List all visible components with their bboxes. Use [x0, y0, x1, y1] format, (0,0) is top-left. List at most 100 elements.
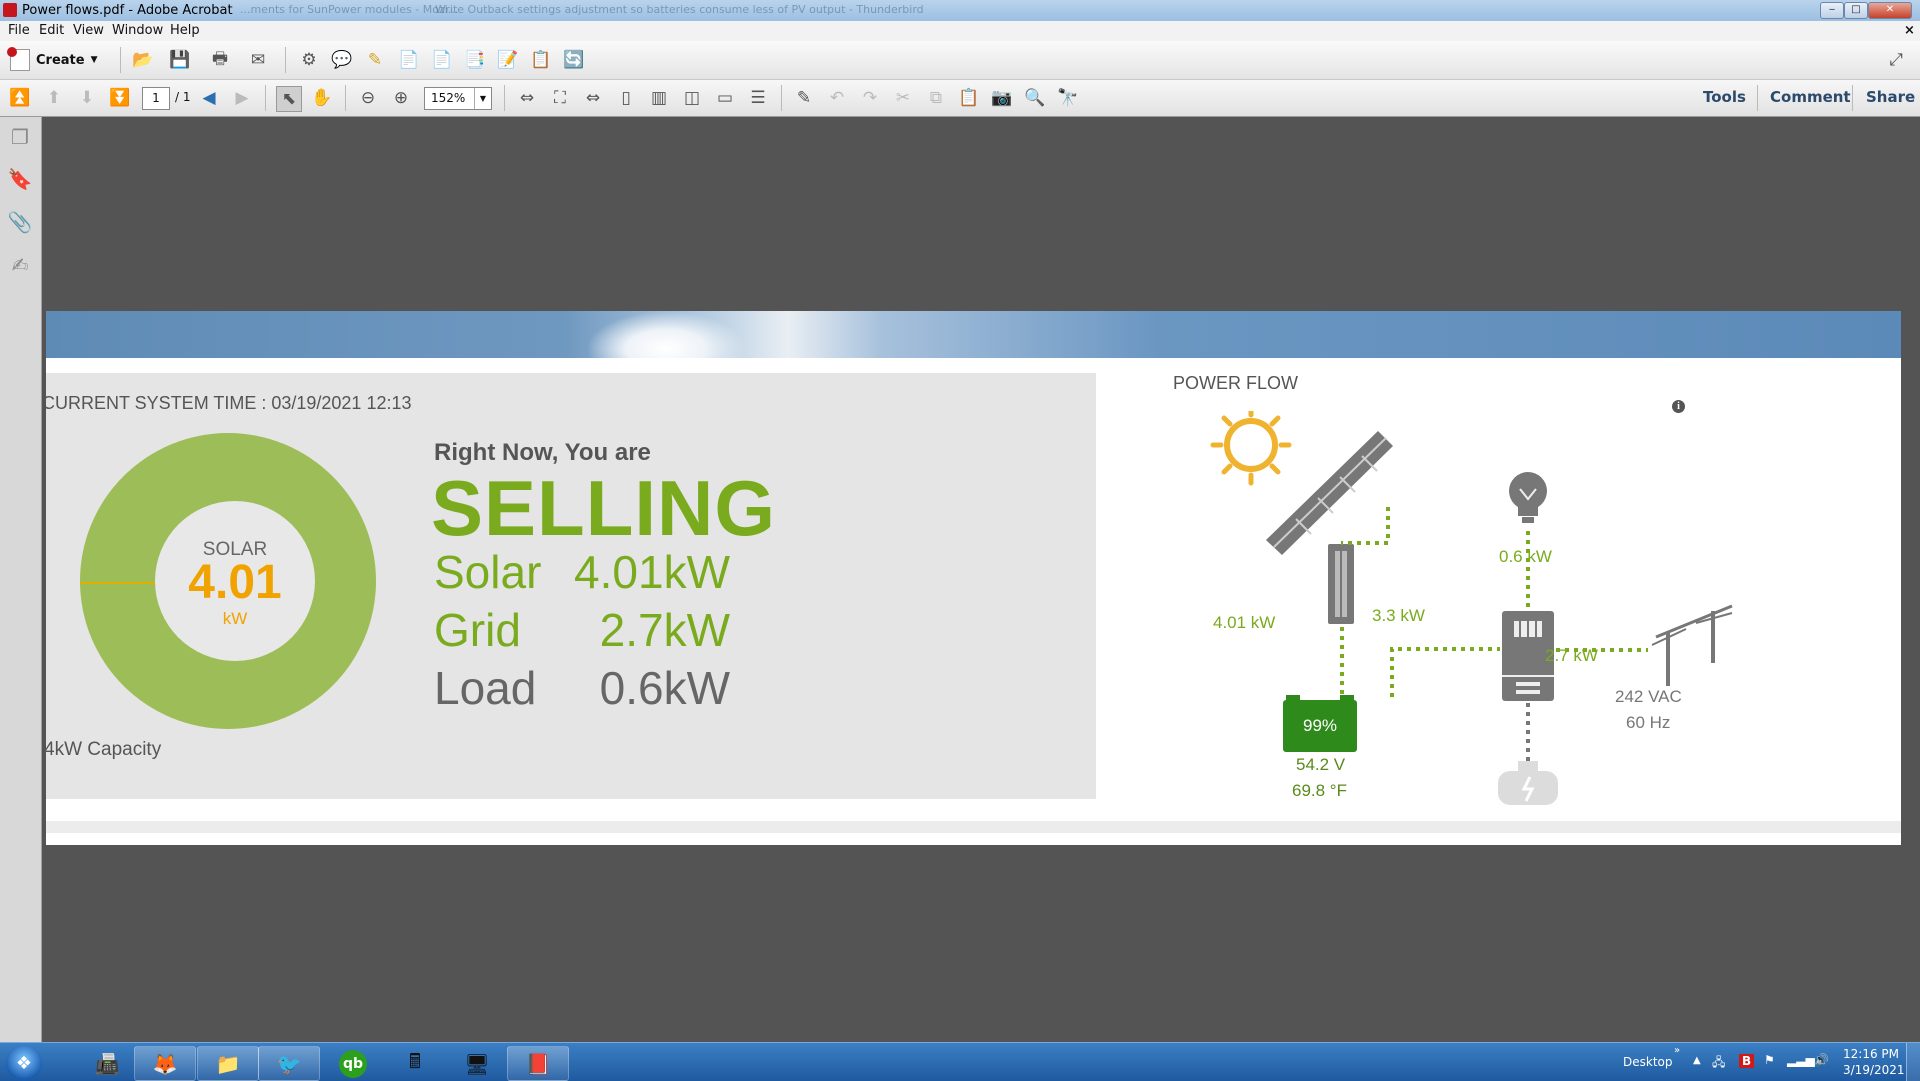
row-key: Load: [434, 662, 537, 714]
taskbar-app-calculator[interactable]: 🖩: [384, 1046, 446, 1081]
fit-page-icon[interactable]: ⛶: [548, 86, 572, 110]
menu-help[interactable]: Help: [170, 23, 200, 38]
select-tool-icon[interactable]: ⬉: [276, 86, 302, 112]
open-folder-icon[interactable]: 📂: [131, 48, 155, 72]
signal-icon[interactable]: ▂▃▅: [1787, 1053, 1815, 1067]
create-button[interactable]: Create ▼: [7, 47, 98, 72]
start-button[interactable]: ❖: [6, 1045, 42, 1081]
taskbar-app-firefox[interactable]: 🦊: [134, 1046, 196, 1081]
edit-text-icon[interactable]: ✎: [792, 86, 816, 110]
bookmarks-icon[interactable]: 🔖: [8, 167, 33, 191]
taskbar-app-remote-desktop[interactable]: 🖥: [446, 1046, 508, 1081]
expand-icon[interactable]: ⤢: [1884, 48, 1908, 72]
binoculars-icon[interactable]: 🔭: [1056, 86, 1080, 110]
undo-icon[interactable]: ↶: [825, 86, 849, 110]
full-screen-icon[interactable]: ▭: [713, 86, 737, 110]
title-bar: Power flows.pdf - Adobe Acrobat ...ments…: [0, 0, 1920, 21]
next-view-icon[interactable]: ▶: [230, 86, 254, 110]
scrolling-icon[interactable]: ☰: [746, 86, 770, 110]
fit-visible-icon[interactable]: ⇔: [581, 86, 605, 110]
two-page-icon[interactable]: ▥: [647, 86, 671, 110]
fit-width-icon[interactable]: ⇔: [515, 86, 539, 110]
row-key: Grid: [434, 604, 521, 656]
menu-file[interactable]: File: [8, 23, 30, 38]
window-title: Power flows.pdf - Adobe Acrobat: [22, 3, 233, 18]
attachments-icon[interactable]: 📎: [8, 210, 33, 234]
taskbar-app-acrobat[interactable]: 📕: [507, 1046, 569, 1081]
clock-date[interactable]: 3/19/2021: [1843, 1063, 1905, 1077]
export-icon[interactable]: 📄: [430, 48, 454, 72]
background-window-title: Write Outback settings adjustment so bat…: [435, 3, 924, 16]
menu-window[interactable]: Window: [112, 23, 163, 38]
close-document-icon[interactable]: ×: [1904, 23, 1915, 38]
page-thumbnails-icon[interactable]: ❐: [8, 125, 32, 149]
minimize-button[interactable]: ‒: [1820, 2, 1844, 19]
sign-icon[interactable]: 📝: [496, 48, 520, 72]
menu-view[interactable]: View: [73, 23, 104, 38]
bitdefender-icon[interactable]: B: [1739, 1054, 1755, 1068]
page-footer-strip: [46, 821, 1901, 833]
menu-edit[interactable]: Edit: [39, 23, 64, 38]
main-toolbar: Create ▼ 📂 💾 🖶 ✉ ⚙ 💬 ✎ 📄 📄 📑 📝 📋 🔄 ⤢: [0, 41, 1920, 80]
show-hidden-icons-icon[interactable]: ▲: [1693, 1055, 1701, 1066]
secure-icon[interactable]: 📋: [529, 48, 553, 72]
hand-tool-icon[interactable]: ✋: [310, 86, 334, 110]
show-desktop-button[interactable]: [1906, 1043, 1920, 1081]
sky-banner: [46, 311, 1901, 358]
status-heading: SELLING: [431, 464, 777, 552]
next-page-icon[interactable]: ⬇: [75, 86, 99, 110]
snapshot-icon[interactable]: 📷: [990, 86, 1014, 110]
previous-view-icon[interactable]: ◀: [197, 86, 221, 110]
gear-icon[interactable]: ⚙: [297, 48, 321, 72]
comment-bubble-icon[interactable]: 💬: [330, 48, 354, 72]
zoom-in-icon[interactable]: ⊕: [389, 86, 413, 110]
page-action-icon[interactable]: 📄: [397, 48, 421, 72]
paste-icon[interactable]: 📋: [957, 86, 981, 110]
save-icon[interactable]: 💾: [168, 48, 192, 72]
battery-voltage: 54.2 V: [1296, 755, 1346, 774]
search-icon[interactable]: 🔍: [1023, 86, 1047, 110]
maximize-button[interactable]: □: [1844, 2, 1868, 19]
copy-icon[interactable]: ⧉: [924, 86, 948, 110]
network-icon[interactable]: 🖧: [1712, 1053, 1725, 1074]
system-time: CURRENT SYSTEM TIME : 03/19/2021 12:13: [42, 393, 412, 413]
clock-time[interactable]: 12:16 PM: [1843, 1047, 1899, 1061]
taskbar-app-explorer[interactable]: 📁: [197, 1046, 259, 1081]
cut-icon[interactable]: ✂: [891, 86, 915, 110]
taskbar-app-thunderbird[interactable]: 🐦: [258, 1046, 320, 1081]
chevron-down-icon[interactable]: ▼: [474, 88, 491, 109]
action-center-flag-icon[interactable]: ⚑: [1764, 1053, 1775, 1067]
capacity-label: 4kW Capacity: [44, 739, 162, 760]
first-page-icon[interactable]: ⏫: [8, 86, 32, 110]
desktop-toolbar-label[interactable]: Desktop: [1623, 1055, 1673, 1069]
taskbar-app-outlook[interactable]: 📠: [76, 1046, 138, 1081]
zoom-select[interactable]: 152% ▼: [424, 87, 492, 110]
row-value: 4.01kW: [574, 546, 730, 598]
email-icon[interactable]: ✉: [246, 48, 270, 72]
outlook-icon: 📠: [94, 1051, 120, 1076]
signatures-icon[interactable]: ✍: [8, 253, 32, 277]
redo-icon[interactable]: ↷: [858, 86, 882, 110]
combine-icon[interactable]: 📑: [463, 48, 487, 72]
highlight-icon[interactable]: ✎: [363, 48, 387, 72]
zoom-out-icon[interactable]: ⊖: [356, 86, 380, 110]
battery-temperature: 69.8 °F: [1292, 781, 1347, 800]
two-page-scroll-icon[interactable]: ◫: [680, 86, 704, 110]
single-page-icon[interactable]: ▯: [614, 86, 638, 110]
load-row: Load 0.6kW: [434, 661, 730, 717]
row-key: Solar: [434, 546, 542, 598]
page-number-input[interactable]: 1: [142, 87, 170, 110]
close-button[interactable]: ✕: [1868, 2, 1912, 19]
background-window-title: ...ments for SunPower modules - Mozi...: [240, 3, 459, 16]
previous-page-icon[interactable]: ⬆: [42, 86, 66, 110]
row-value: 0.6kW: [599, 662, 730, 714]
tools-button[interactable]: Tools: [1703, 88, 1746, 106]
taskbar-app-quickbooks[interactable]: qb: [322, 1046, 384, 1081]
last-page-icon[interactable]: ⏬: [108, 86, 132, 110]
share-button[interactable]: Share: [1866, 88, 1915, 106]
chevron-icon[interactable]: »: [1674, 1045, 1680, 1056]
volume-icon[interactable]: 🔊: [1814, 1053, 1829, 1067]
comment-button[interactable]: Comment: [1770, 88, 1851, 106]
share-file-icon[interactable]: 🔄: [562, 48, 586, 72]
print-icon[interactable]: 🖶: [208, 48, 232, 72]
